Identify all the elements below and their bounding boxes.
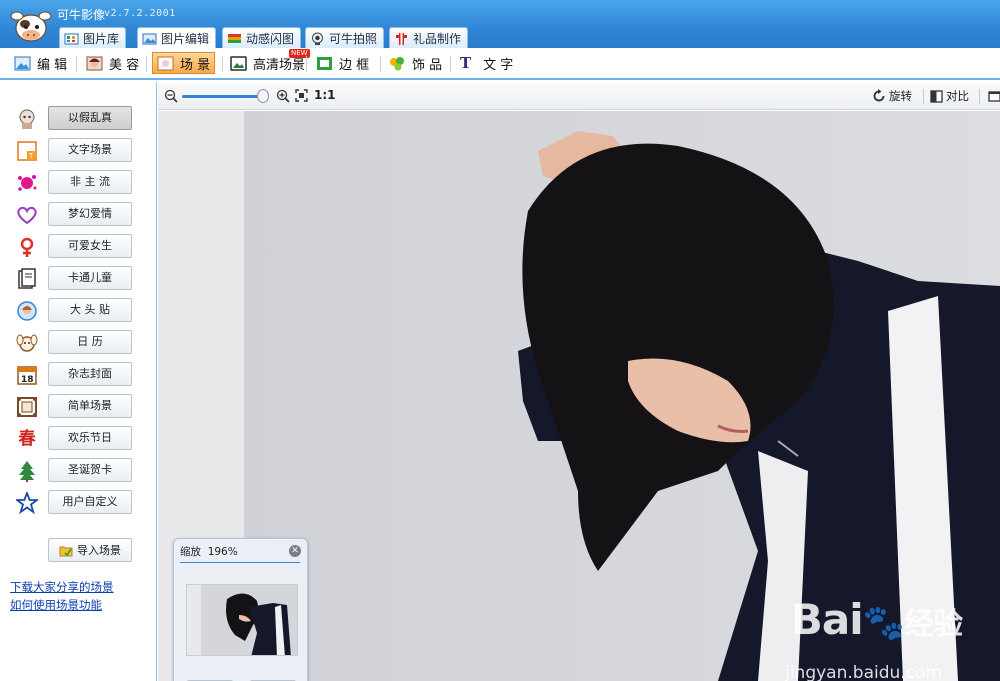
tab-label: 图片编辑 — [161, 32, 210, 46]
baidu-watermark: Bai🐾经验 — [790, 595, 963, 644]
zoom-navigator-panel: 缩放 196% ✕ 放大 缩小 — [173, 538, 308, 681]
svg-text:18: 18 — [21, 375, 34, 385]
toolbar-divider — [450, 56, 451, 72]
import-scene-button[interactable]: 导入场景 — [48, 538, 132, 562]
sidebar-item-realistic[interactable]: 以假乱真 — [14, 106, 134, 132]
accessory-icon — [390, 56, 404, 70]
photo-sticker-icon — [17, 301, 37, 321]
tool-text[interactable]: T 文 字 — [456, 52, 517, 74]
gift-icon — [396, 32, 407, 45]
svg-text:T: T — [28, 152, 34, 160]
christmas-tree-icon — [19, 461, 35, 482]
zoombar-divider — [979, 89, 980, 104]
sidebar-item-christmas[interactable]: 圣诞贺卡 — [14, 458, 134, 484]
zoom-slider-track[interactable] — [182, 95, 262, 98]
splash-icon — [18, 175, 37, 191]
edit-icon — [14, 56, 31, 70]
tool-frame[interactable]: 边 框 — [312, 52, 373, 74]
sidebar-item-calendar[interactable]: 日 历 — [14, 330, 134, 356]
zoom-panel-title: 缩放 196% — [180, 546, 238, 558]
tab-label: 可牛拍照 — [329, 31, 378, 46]
zoom-percent: 196% — [207, 546, 238, 558]
scene-sidebar: 以假乱真 T 文字场景 非 主 流 梦幻爱情 可爱女生 卡通儿童 大 头 贴 日… — [0, 82, 157, 681]
zoom-slider-thumb[interactable] — [257, 89, 269, 103]
toolbar-divider — [380, 56, 381, 72]
zoom-preview-thumbnail[interactable] — [186, 584, 298, 656]
close-icon[interactable]: ✕ — [289, 545, 301, 557]
spring-festival-icon: 春 — [18, 429, 36, 449]
tool-scene[interactable]: 场 景 — [152, 52, 216, 74]
zoombar-divider — [923, 89, 924, 104]
photo-library-icon — [64, 33, 79, 44]
scene-help-link[interactable]: 如何使用场景功能 — [10, 597, 102, 613]
text-icon: T — [460, 54, 472, 72]
zoom-bar: 1:1 旋转 对比 — [158, 82, 1000, 110]
fit-window-icon[interactable] — [295, 89, 308, 102]
tab-photo-library[interactable]: 图片库 — [59, 27, 127, 48]
simple-frame-icon — [17, 397, 37, 417]
thumbnail-photo — [187, 585, 297, 655]
canvas-area: 1:1 旋转 对比 缩放 196% ✕ Bai🐾经验 jingyan.baidu… — [158, 82, 1000, 681]
photo-canvas[interactable]: 缩放 196% ✕ 放大 缩小 Bai🐾经验 jingya — [158, 111, 1000, 681]
title-bar: 可牛影像 v2.7.2.2001 图片库 图片编辑 动感闪图 可牛拍照 礼品制作 — [0, 0, 1000, 49]
sidebar-item-non-mainstream[interactable]: 非 主 流 — [14, 170, 134, 196]
hd-scene-icon — [230, 55, 247, 71]
calendar-pet-icon — [16, 334, 38, 352]
toolbar-divider — [306, 56, 307, 72]
compare-icon — [930, 89, 943, 103]
import-folder-icon — [59, 546, 73, 556]
tab-label: 礼品制作 — [413, 31, 462, 46]
actual-size-button[interactable]: 1:1 — [314, 88, 336, 102]
app-version: v2.7.2.2001 — [104, 8, 176, 19]
rotate-button[interactable]: 旋转 — [872, 88, 912, 104]
window-icon[interactable] — [988, 90, 1000, 102]
zoom-out-icon[interactable] — [164, 89, 178, 103]
sidebar-item-cartoon-kids[interactable]: 卡通儿童 — [14, 266, 134, 292]
rotate-icon — [873, 89, 885, 102]
sidebar-item-custom[interactable]: 用户自定义 — [14, 490, 134, 516]
frame-icon — [317, 56, 332, 70]
sidebar-item-festival[interactable]: 春 欢乐节日 — [14, 426, 134, 452]
sidebar-item-photo-sticker[interactable]: 大 头 贴 — [14, 298, 134, 324]
zoom-panel-divider — [180, 562, 300, 563]
flash-gif-icon — [228, 33, 241, 43]
tab-flash-gif[interactable]: 动感闪图 — [222, 27, 302, 48]
toolbar-divider — [222, 56, 223, 72]
app-title: 可牛影像 — [57, 8, 106, 22]
webcam-icon — [312, 32, 323, 45]
sidebar-item-text-scene[interactable]: T 文字场景 — [14, 138, 134, 164]
tab-webcam[interactable]: 可牛拍照 — [305, 27, 385, 48]
heart-icon — [17, 206, 37, 225]
toolbar-divider — [76, 56, 77, 72]
tab-label: 动感闪图 — [246, 31, 295, 46]
toolbar-divider — [146, 56, 147, 72]
photo-edit-icon — [142, 33, 157, 45]
magazine-icon: 18 — [17, 366, 37, 385]
sidebar-item-cute-girl[interactable]: 可爱女生 — [14, 234, 134, 260]
sidebar-item-magazine[interactable]: 18 杂志封面 — [14, 362, 134, 388]
book-icon — [18, 268, 36, 289]
tab-photo-edit[interactable]: 图片编辑 — [137, 27, 217, 49]
tab-gift[interactable]: 礼品制作 — [389, 27, 469, 48]
zoom-in-icon[interactable] — [276, 89, 290, 103]
sidebar-item-simple-scene[interactable]: 简单场景 — [14, 394, 134, 420]
tool-beauty[interactable]: 美 容 — [82, 52, 143, 74]
watermark-url: jingyan.baidu.com — [785, 663, 942, 681]
beauty-icon — [86, 56, 103, 70]
tab-label: 图片库 — [83, 31, 120, 46]
scene-icon — [157, 56, 174, 70]
tool-edit[interactable]: 编 辑 — [10, 52, 71, 74]
cow-logo-icon — [10, 11, 52, 42]
tool-accessory[interactable]: 饰 品 — [385, 52, 446, 74]
compare-button[interactable]: 对比 — [930, 88, 969, 104]
star-icon — [16, 492, 38, 514]
text-scene-icon: T — [17, 141, 37, 161]
paw-icon: 🐾 — [862, 603, 905, 643]
sidebar-item-dream-love[interactable]: 梦幻爱情 — [14, 202, 134, 228]
doll-icon — [19, 109, 35, 129]
edit-toolbar: 编 辑 美 容 场 景 高清场景 NEW 边 框 饰 品 T 文 字 — [0, 48, 1000, 80]
download-shared-scenes-link[interactable]: 下载大家分享的场景 — [10, 579, 114, 595]
female-icon — [20, 237, 34, 257]
